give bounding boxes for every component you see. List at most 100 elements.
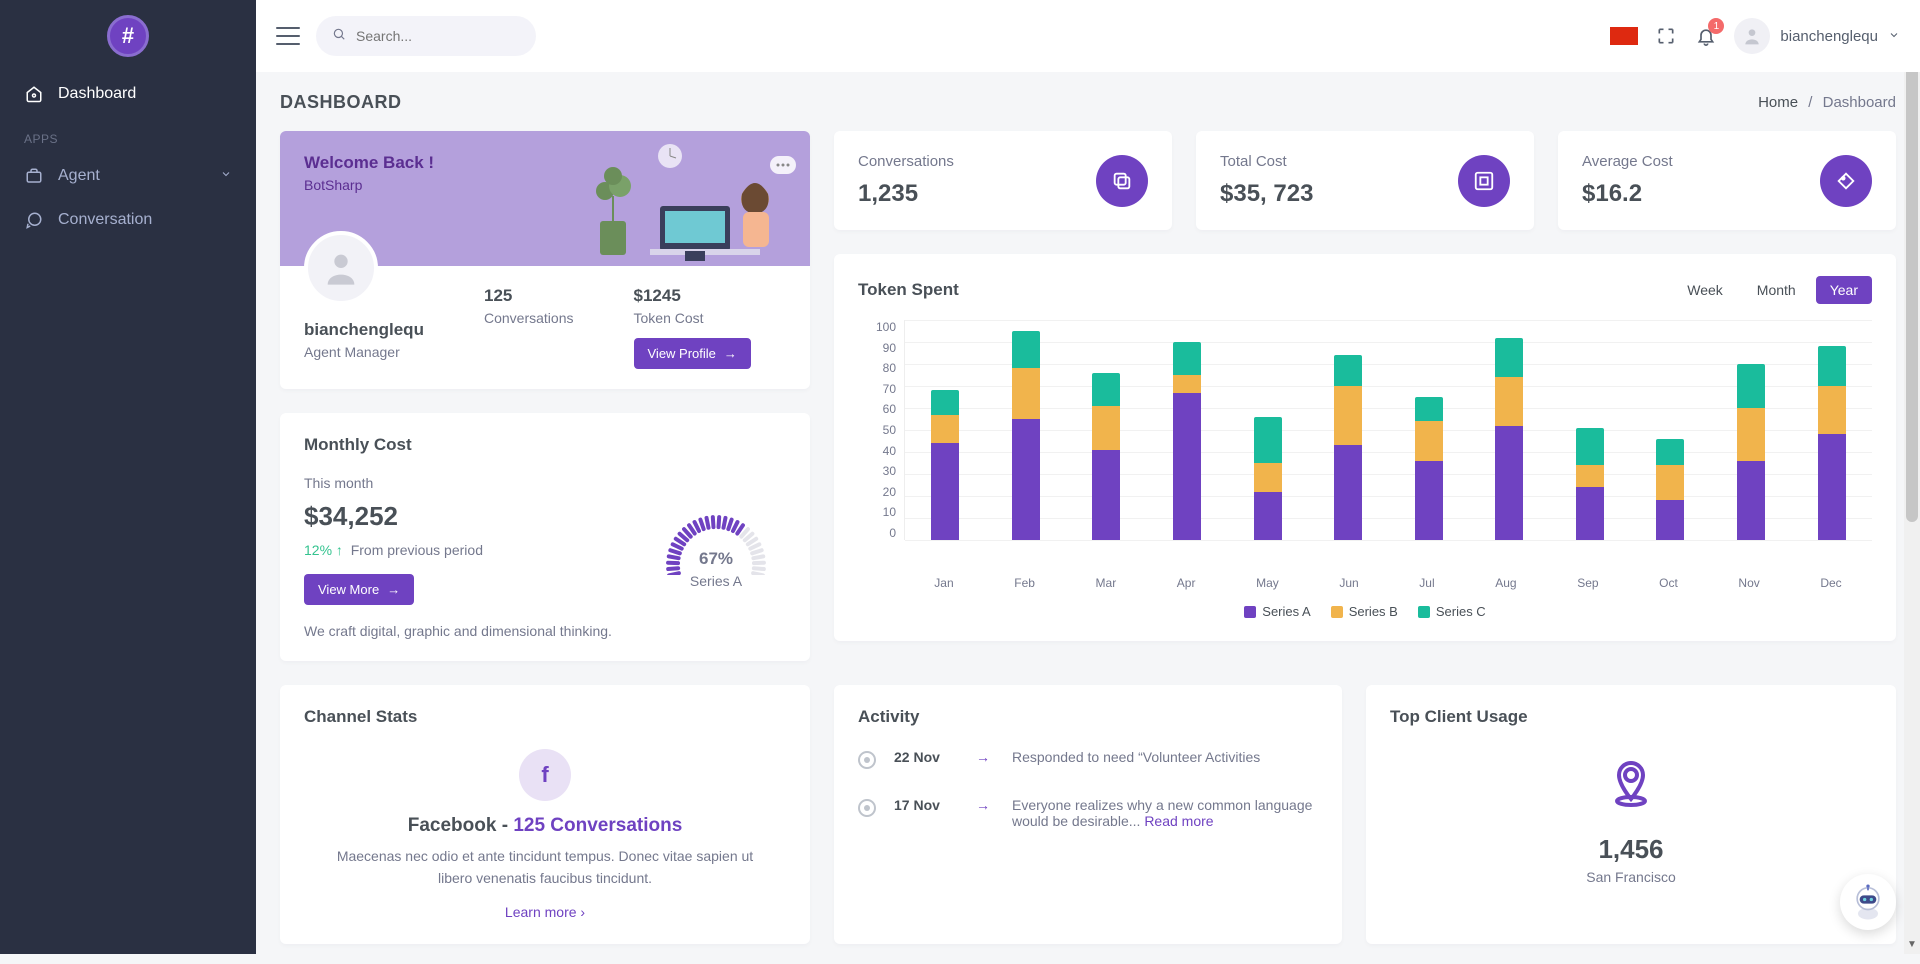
activity-title: Activity xyxy=(858,707,1318,727)
top-client-card: Top Client Usage 1,456 San Francisco xyxy=(1366,685,1896,944)
y-tick: 30 xyxy=(883,464,896,478)
sidebar-item-dashboard[interactable]: Dashboard xyxy=(0,72,256,116)
x-tick: Aug xyxy=(1495,576,1516,590)
gauge-percent: 67% xyxy=(646,549,786,569)
sidebar-item-agent[interactable]: Agent xyxy=(0,154,256,198)
stat-value: $35, 723 xyxy=(1220,180,1458,208)
activity-date: 22 Nov xyxy=(894,749,954,769)
monthly-value: $34,252 xyxy=(304,501,646,532)
view-more-button[interactable]: View More → xyxy=(304,574,414,605)
chart-bar[interactable] xyxy=(1495,338,1523,540)
breadcrumb-home[interactable]: Home xyxy=(1758,94,1798,111)
view-profile-button[interactable]: View Profile → xyxy=(634,338,751,369)
y-tick: 60 xyxy=(883,402,896,416)
profile-avatar-icon xyxy=(304,231,378,305)
chart-bar[interactable] xyxy=(1656,439,1684,540)
language-flag[interactable] xyxy=(1610,27,1638,45)
learn-more-link[interactable]: Learn more › xyxy=(505,904,585,920)
user-menu[interactable]: bianchenglequ xyxy=(1734,18,1900,54)
activity-item: 22 Nov → Responded to need “Volunteer Ac… xyxy=(858,749,1318,769)
sidebar: # Dashboard APPS Agent Conversation xyxy=(0,0,256,954)
chart-tab[interactable]: Week xyxy=(1673,276,1737,304)
x-tick: Feb xyxy=(1014,576,1035,590)
scroll-down-icon[interactable]: ▼ xyxy=(1904,936,1920,952)
chart-bar[interactable] xyxy=(1818,346,1846,540)
search-box[interactable] xyxy=(316,16,536,56)
token-spent-card: Token Spent WeekMonthYear 10090807060504… xyxy=(834,254,1896,641)
scrollbar-thumb[interactable] xyxy=(1906,2,1918,522)
chart-bar[interactable] xyxy=(1576,428,1604,540)
logo[interactable]: # xyxy=(0,0,256,72)
search-input[interactable] xyxy=(356,28,520,44)
chevron-down-icon xyxy=(220,167,232,185)
monthly-cost-card: Monthly Cost This month $34,252 12% ↑ Fr… xyxy=(280,413,810,661)
monthly-pct: 12% xyxy=(304,542,332,558)
monthly-note: We craft digital, graphic and dimensiona… xyxy=(304,623,786,639)
sidebar-section-label: APPS xyxy=(0,116,256,154)
activity-item: 17 Nov → Everyone realizes why a new com… xyxy=(858,797,1318,829)
stat-label: Average Cost xyxy=(1582,153,1820,170)
chart-bar[interactable] xyxy=(1737,364,1765,540)
welcome-card: Welcome Back ! BotSharp xyxy=(280,131,810,389)
avatar-icon xyxy=(1734,18,1770,54)
channel-name: Facebook xyxy=(408,815,497,836)
x-tick: May xyxy=(1256,576,1279,590)
chart-tab[interactable]: Month xyxy=(1743,276,1810,304)
map-pin-icon xyxy=(1607,759,1655,807)
chat-icon xyxy=(24,210,44,230)
topclient-value: 1,456 xyxy=(1390,834,1872,865)
robot-icon xyxy=(1848,882,1888,922)
legend-item: Series C xyxy=(1418,604,1486,619)
y-tick: 100 xyxy=(876,320,896,334)
arrow-up-icon: ↑ xyxy=(336,542,343,558)
y-tick: 20 xyxy=(883,485,896,499)
arrow-right-icon: → xyxy=(976,749,990,769)
x-tick: Jun xyxy=(1339,576,1358,590)
facebook-icon: f xyxy=(519,749,571,801)
sidebar-item-label: Agent xyxy=(58,167,100,185)
chart-bar[interactable] xyxy=(931,390,959,540)
chart-tab[interactable]: Year xyxy=(1816,276,1872,304)
timeline-dot-icon xyxy=(858,751,876,769)
menu-toggle-icon[interactable] xyxy=(276,27,300,45)
home-icon xyxy=(24,84,44,104)
search-icon xyxy=(332,27,346,46)
chevron-down-icon xyxy=(1888,28,1900,45)
notifications-icon[interactable]: 1 xyxy=(1694,24,1718,48)
y-tick: 10 xyxy=(883,505,896,519)
stat-card: Total Cost $35, 723 xyxy=(1196,131,1534,230)
arrow-right-icon: → xyxy=(976,797,990,829)
timeline-dot-icon xyxy=(858,799,876,817)
chart-bar[interactable] xyxy=(1173,342,1201,540)
briefcase-icon xyxy=(24,166,44,186)
sidebar-item-conversation[interactable]: Conversation xyxy=(0,198,256,242)
chart-bar[interactable] xyxy=(1254,417,1282,540)
chart-bar[interactable] xyxy=(1012,331,1040,540)
x-tick: Jul xyxy=(1419,576,1434,590)
chart-bar[interactable] xyxy=(1092,373,1120,540)
breadcrumb-current: Dashboard xyxy=(1823,94,1896,111)
profile-role: Agent Manager xyxy=(304,344,464,360)
chart-bar[interactable] xyxy=(1334,355,1362,540)
y-tick: 40 xyxy=(883,444,896,458)
x-tick: Jan xyxy=(934,576,953,590)
chat-bot-button[interactable] xyxy=(1840,874,1896,930)
scrollbar[interactable]: ▼ xyxy=(1904,0,1920,954)
activity-link[interactable]: Read more xyxy=(1144,813,1213,829)
stat-label: Conversations xyxy=(858,153,1096,170)
gauge-chart: 67% Series A xyxy=(646,485,786,595)
welcome-illustration xyxy=(500,136,800,266)
x-tick: Sep xyxy=(1577,576,1598,590)
chart-bar[interactable] xyxy=(1415,397,1443,540)
x-tick: Mar xyxy=(1096,576,1117,590)
activity-date: 17 Nov xyxy=(894,797,954,829)
arrow-right-icon: → xyxy=(724,346,737,361)
sidebar-item-label: Conversation xyxy=(58,211,152,229)
monthly-title: Monthly Cost xyxy=(304,435,786,455)
breadcrumb: Home / Dashboard xyxy=(1758,94,1896,111)
stat-conversations-label: Conversations xyxy=(484,310,574,326)
y-tick: 50 xyxy=(883,423,896,437)
fullscreen-icon[interactable] xyxy=(1654,24,1678,48)
notification-badge: 1 xyxy=(1708,18,1724,34)
main-content: DASHBOARD Home / Dashboard Welcome Back … xyxy=(256,72,1920,964)
